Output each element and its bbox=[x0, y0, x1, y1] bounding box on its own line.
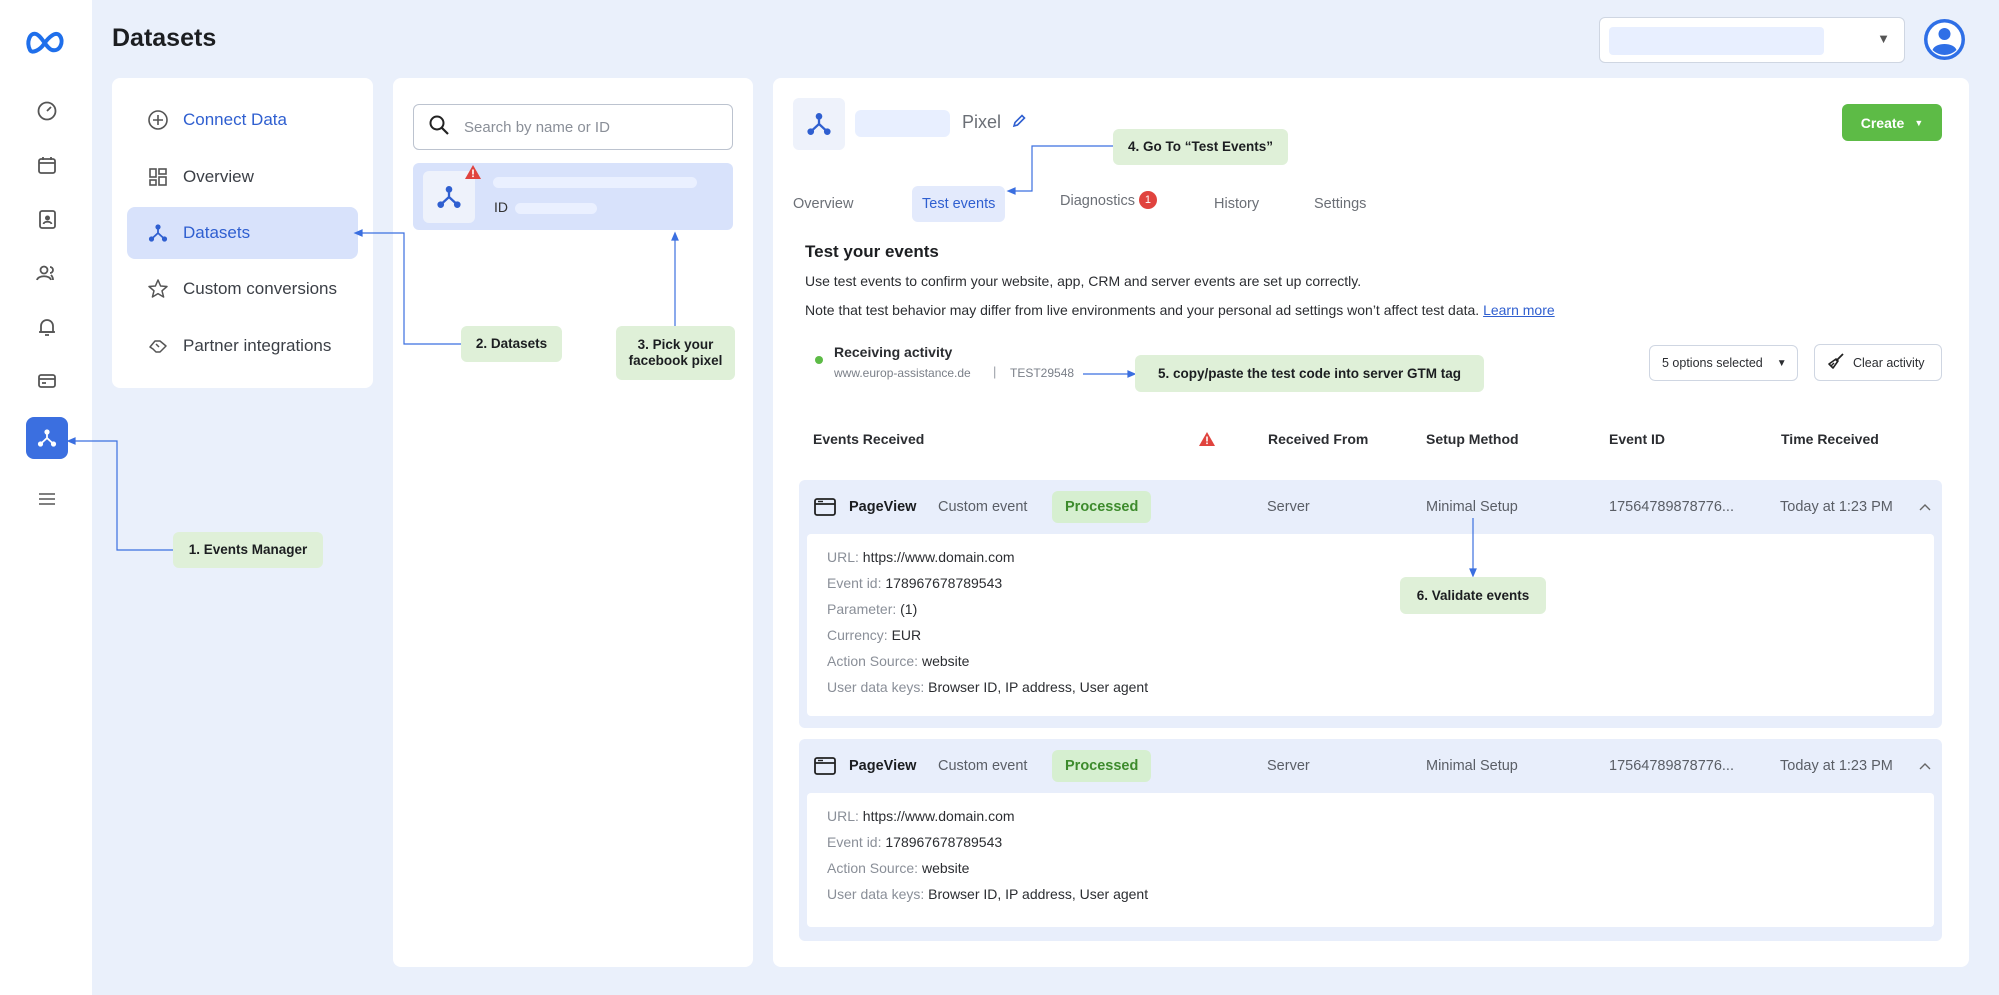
annotation-step-3: 3. Pick your facebook pixel bbox=[616, 326, 735, 380]
annotation-step-5: 5. copy/paste the test code into server … bbox=[1135, 355, 1484, 392]
annotation-step-1: 1. Events Manager bbox=[173, 532, 323, 568]
annotation-line: 3. Pick your bbox=[637, 337, 714, 352]
annotation-step-6: 6. Validate events bbox=[1400, 577, 1546, 614]
annotation-connectors bbox=[66, 145, 1477, 578]
annotation-step-2: 2. Datasets bbox=[461, 326, 562, 362]
annotation-line: facebook pixel bbox=[628, 353, 723, 368]
annotation-step-4: 4. Go To “Test Events” bbox=[1113, 129, 1288, 165]
